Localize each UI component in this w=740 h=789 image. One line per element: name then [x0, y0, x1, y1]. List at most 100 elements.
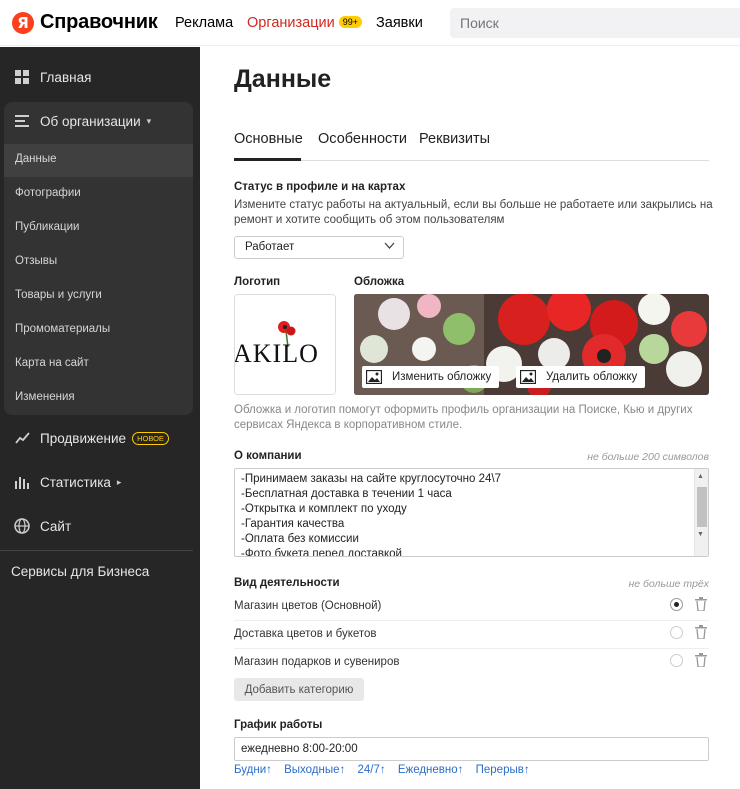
preset-weekends-link[interactable]: Выходные↑ [284, 764, 345, 776]
sidebar-item-about[interactable]: Об организации ▾ [14, 113, 151, 129]
nav-organizations-label: Организации [247, 15, 335, 31]
status-hint-line2: ремонт и хотите сообщить об этом пользов… [234, 214, 505, 226]
sidebar-subitem-publications[interactable]: Публикации [15, 221, 79, 233]
trash-icon[interactable] [695, 653, 707, 667]
about-line: -Фото букета перед доставкой [241, 548, 402, 557]
sidebar-item-home[interactable]: Главная [14, 69, 91, 85]
about-line: -Оплата без комиссии [241, 533, 359, 545]
yandex-logo-icon: Я [12, 11, 34, 34]
page-title: Данные [234, 65, 332, 93]
category-row: Доставка цветов и букетов [234, 621, 709, 649]
primary-category-radio[interactable] [670, 626, 683, 639]
category-label: Доставка цветов и букетов [234, 628, 377, 640]
schedule-input[interactable] [234, 737, 709, 761]
tab-requisites[interactable]: Реквизиты [419, 131, 490, 161]
preset-weekdays-link[interactable]: Будни↑ [234, 764, 272, 776]
sidebar-subitem-goods[interactable]: Товары и услуги [15, 289, 102, 301]
about-section-title: О компании [234, 450, 302, 462]
organization-logo[interactable]: AKILO [234, 294, 336, 395]
organizations-count-badge: 99+ [338, 16, 362, 28]
primary-category-radio[interactable] [670, 654, 683, 667]
sidebar-item-statistics[interactable]: Статистика ▸ [14, 474, 121, 490]
sidebar-subitem-map[interactable]: Карта на сайт [15, 357, 89, 369]
top-bar: Я Справочник Реклама Организации 99+ Заяв… [0, 0, 740, 46]
status-section-title: Статус в профиле и на картах [234, 181, 406, 193]
sidebar-subitem-data[interactable]: Данные [15, 153, 57, 165]
trash-icon[interactable] [695, 597, 707, 611]
nav-requests[interactable]: Заявки [376, 15, 423, 31]
delete-cover-button[interactable]: Удалить обложку [516, 366, 646, 388]
search-input[interactable] [450, 8, 740, 38]
media-hint-line2: сервисах Яндекса в корпоративном стиле. [234, 419, 463, 431]
sidebar-item-label: Статистика [40, 474, 111, 490]
about-line: -Открытка и комплект по уходу [241, 503, 407, 515]
about-line: -Бесплатная доставка в течении 1 часа [241, 488, 452, 500]
about-line: -Гарантия качества [241, 518, 345, 530]
add-category-button[interactable]: Добавить категорию [234, 678, 364, 701]
status-select[interactable]: Работает [234, 236, 404, 259]
sidebar-item-label: Сайт [40, 518, 72, 534]
status-select-value: Работает [245, 241, 295, 253]
tabs: Основные Особенности Реквизиты [234, 131, 709, 161]
category-label: Магазин цветов (Основной) [234, 600, 382, 612]
image-icon [366, 370, 382, 384]
nav-organizations[interactable]: Организации 99+ [247, 15, 362, 31]
logo-section-title: Логотип [234, 276, 281, 288]
schedule-section-title: График работы [234, 719, 323, 731]
tab-features[interactable]: Особенности [318, 131, 407, 161]
media-hint-line1: Обложка и логотип помогут оформить профи… [234, 404, 693, 416]
sidebar-subitem-reviews[interactable]: Отзывы [15, 255, 57, 267]
about-textarea[interactable]: -Принимаем заказы на сайте круглосуточно… [234, 468, 709, 557]
sidebar-divider [0, 550, 193, 551]
chevron-right-icon: ▸ [116, 476, 122, 487]
globe-icon [14, 518, 30, 534]
delete-cover-label: Удалить обложку [546, 371, 638, 383]
sidebar-subitem-promo[interactable]: Промоматериалы [15, 323, 110, 335]
logo[interactable]: Я Справочник [12, 11, 158, 34]
preset-24-7-link[interactable]: 24/7↑ [358, 764, 386, 776]
category-row: Магазин цветов (Основной) [234, 593, 709, 621]
category-row: Магазин подарков и сувениров [234, 649, 709, 677]
about-limit-hint: не больше 200 символов [587, 451, 709, 463]
primary-category-radio[interactable] [670, 598, 683, 611]
nav-advertising[interactable]: Реклама [175, 15, 233, 31]
scroll-thumb[interactable] [697, 487, 707, 527]
activity-limit-hint: не больше трёх [628, 578, 709, 590]
preset-break-link[interactable]: Перерыв↑ [476, 764, 530, 776]
bars-icon [14, 474, 30, 490]
category-label: Магазин подарков и сувениров [234, 656, 400, 668]
sidebar-item-site[interactable]: Сайт [14, 518, 71, 534]
main-content: Данные Основные Особенности Реквизиты Ст… [200, 47, 740, 789]
sidebar-item-label: Об организации [40, 113, 141, 129]
trash-icon[interactable] [695, 625, 707, 639]
sidebar-business-services-link[interactable]: Сервисы для Бизнеса [11, 564, 149, 579]
logo-brand-text: AKILO [234, 339, 319, 368]
trend-icon [14, 430, 30, 446]
status-hint-line1: Измените статус работы на актуальный, ес… [234, 199, 713, 211]
tab-main[interactable]: Основные [234, 131, 303, 161]
sidebar: Главная Об организации ▾ Данные Фотограф… [0, 47, 200, 789]
logo-text: Справочник [40, 11, 158, 33]
change-cover-label: Изменить обложку [392, 371, 492, 383]
about-text: -Принимаем заказы на сайте круглосуточно… [241, 472, 502, 557]
sidebar-subitem-changes[interactable]: Изменения [15, 391, 75, 403]
lines-icon [14, 113, 30, 129]
textarea-scrollbar[interactable]: ▲ ▼ [694, 469, 708, 556]
new-badge: НОВОЕ [132, 431, 169, 445]
sidebar-subitem-photos[interactable]: Фотографии [15, 187, 81, 199]
scroll-down-icon[interactable]: ▼ [697, 531, 704, 538]
activity-section-title: Вид деятельности [234, 577, 340, 589]
cover-section-title: Обложка [354, 276, 405, 288]
sidebar-item-label: Продвижение [40, 430, 127, 446]
schedule-presets: Будни↑ Выходные↑ 24/7↑ Ежедневно↑ Переры… [234, 764, 539, 776]
image-icon [520, 370, 536, 384]
preset-daily-link[interactable]: Ежедневно↑ [398, 764, 464, 776]
sidebar-item-label: Главная [40, 69, 92, 85]
cover-image[interactable]: Изменить обложку Удалить обложку [354, 294, 709, 395]
scroll-up-icon[interactable]: ▲ [697, 473, 704, 480]
sidebar-item-promotion[interactable]: Продвижение НОВОЕ [14, 430, 169, 446]
change-cover-button[interactable]: Изменить обложку [362, 366, 500, 388]
grid-icon [14, 69, 30, 85]
about-line: -Принимаем заказы на сайте круглосуточно… [241, 473, 502, 485]
chevron-down-icon [384, 240, 395, 254]
